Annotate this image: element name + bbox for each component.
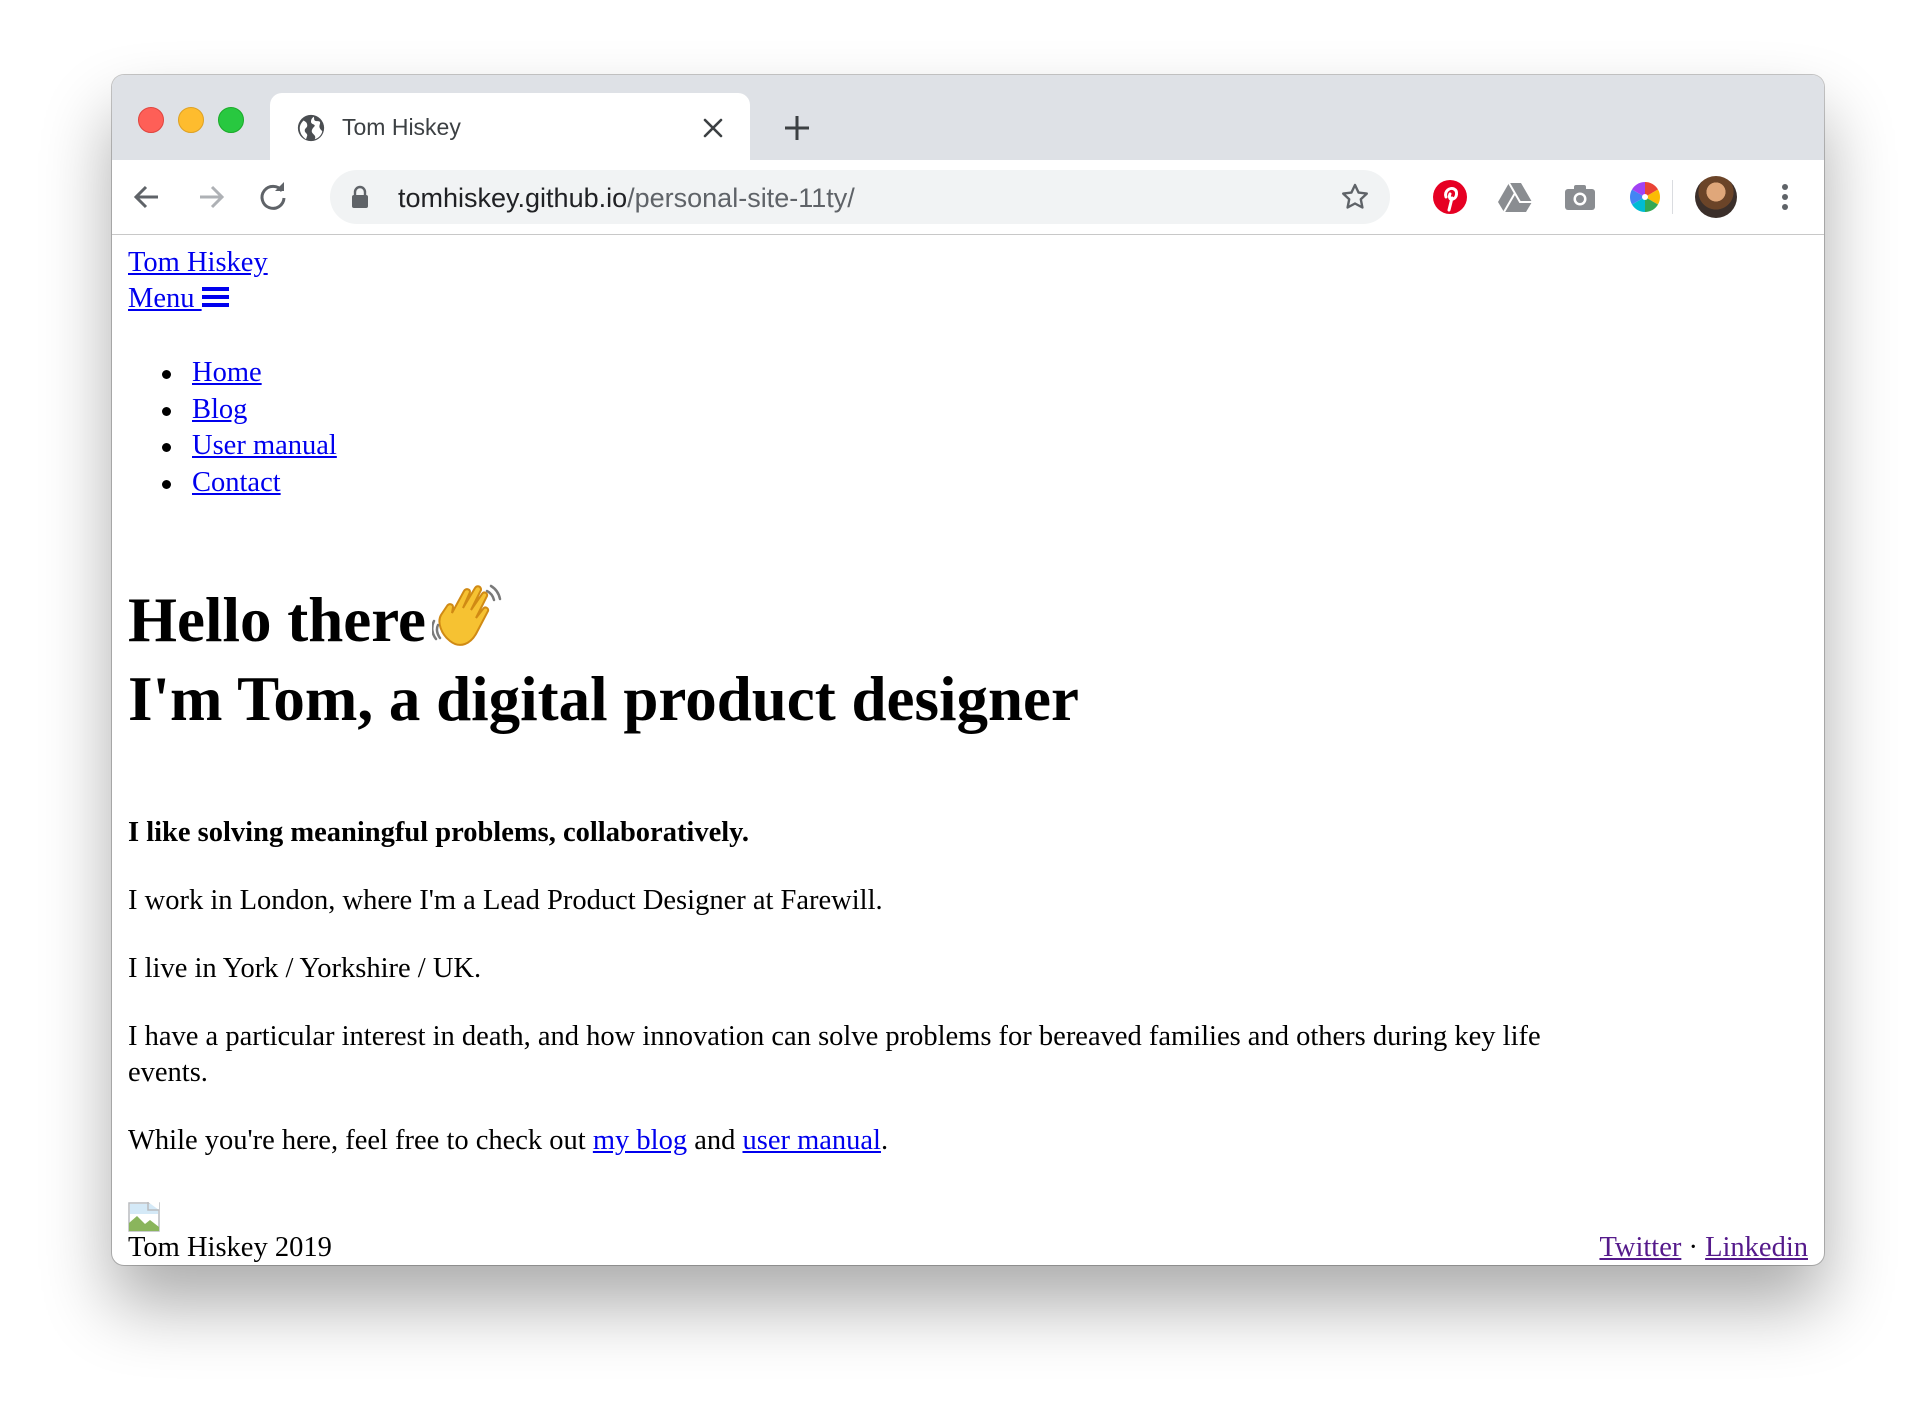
heading-intro: I'm Tom, a digital product designer	[128, 664, 1079, 734]
nav-link-contact[interactable]: Contact	[192, 467, 281, 498]
paragraph-links: While you're here, feel free to check ou…	[128, 1123, 888, 1159]
more-vert-icon[interactable]	[1767, 179, 1803, 215]
paragraph-interest-line2: events.	[128, 1057, 208, 1088]
nav-item-contact: Contact	[162, 465, 337, 502]
color-wheel-icon[interactable]	[1627, 179, 1663, 215]
browser-toolbar: tomhiskey.github.io/personal-site-11ty/	[112, 160, 1824, 235]
minimize-window-button[interactable]	[178, 107, 204, 133]
pinterest-icon[interactable]	[1432, 179, 1468, 215]
url-text: tomhiskey.github.io/personal-site-11ty/	[398, 183, 855, 214]
address-bar[interactable]: tomhiskey.github.io/personal-site-11ty/	[330, 170, 1390, 224]
nav-link-home[interactable]: Home	[192, 357, 262, 388]
url-host: tomhiskey.github.io	[398, 183, 628, 213]
paragraph-links-and: and	[687, 1125, 743, 1156]
nav-link-blog[interactable]: Blog	[192, 394, 247, 425]
reload-icon[interactable]	[258, 182, 288, 212]
star-icon[interactable]	[1340, 182, 1370, 212]
tab-strip: Tom Hiskey	[112, 75, 1824, 160]
footer-copyright: Tom Hiskey 2019	[128, 1232, 332, 1263]
paragraph-location: I live in York / Yorkshire / UK.	[128, 953, 482, 984]
url-path: /personal-site-11ty/	[627, 183, 855, 213]
camera-icon[interactable]	[1562, 179, 1598, 215]
site-brand-link[interactable]: Tom Hiskey	[128, 245, 268, 281]
close-tab-icon[interactable]	[702, 117, 724, 139]
browser-window: Tom Hiskey tomhiskey.github.io/personal-…	[112, 75, 1824, 1265]
nav-list: Home Blog User manual Contact	[162, 355, 337, 502]
paragraph-work: I work in London, where I'm a Lead Produ…	[128, 885, 883, 916]
page-content: Tom Hiskey Menu Home Blog User manual Co…	[112, 235, 1824, 1265]
my-blog-link[interactable]: my blog	[593, 1125, 687, 1156]
tab-title: Tom Hiskey	[342, 114, 461, 140]
menu-toggle-link[interactable]: Menu	[128, 281, 229, 317]
close-window-button[interactable]	[138, 107, 164, 133]
menu-label: Menu	[128, 283, 195, 314]
nav-item-user-manual: User manual	[162, 428, 337, 465]
paragraph-links-prefix: While you're here, feel free to check ou…	[128, 1125, 593, 1156]
heading-hello-text: Hello there	[128, 585, 426, 655]
waving-hand-emoji	[432, 584, 502, 646]
heading-hello: Hello there	[128, 581, 502, 659]
nav-item-home: Home	[162, 355, 337, 392]
twitter-link[interactable]: Twitter	[1599, 1232, 1681, 1263]
forward-arrow-icon[interactable]	[196, 182, 226, 212]
hamburger-icon	[201, 287, 229, 307]
browser-tab[interactable]: Tom Hiskey	[270, 93, 750, 160]
avatar[interactable]	[1695, 176, 1737, 218]
paragraph-links-suffix: .	[880, 1125, 889, 1156]
nav-item-blog: Blog	[162, 392, 337, 429]
back-arrow-icon[interactable]	[132, 182, 162, 212]
toolbar-separator	[1672, 180, 1673, 214]
tagline: I like solving meaningful problems, coll…	[128, 817, 749, 848]
linkedin-link[interactable]: Linkedin	[1705, 1232, 1808, 1263]
lock-icon[interactable]	[350, 185, 370, 209]
nav-link-user-manual[interactable]: User manual	[192, 430, 337, 461]
footer-social: Twitter · Linkedin	[1599, 1230, 1808, 1265]
maximize-window-button[interactable]	[218, 107, 244, 133]
user-manual-link[interactable]: user manual	[742, 1125, 881, 1156]
broken-image-icon	[128, 1202, 160, 1232]
globe-icon	[297, 114, 325, 142]
google-drive-icon[interactable]	[1497, 179, 1533, 215]
new-tab-icon[interactable]	[782, 113, 812, 143]
paragraph-interest-line1: I have a particular interest in death, a…	[128, 1021, 1541, 1052]
footer-separator: ·	[1681, 1232, 1706, 1263]
